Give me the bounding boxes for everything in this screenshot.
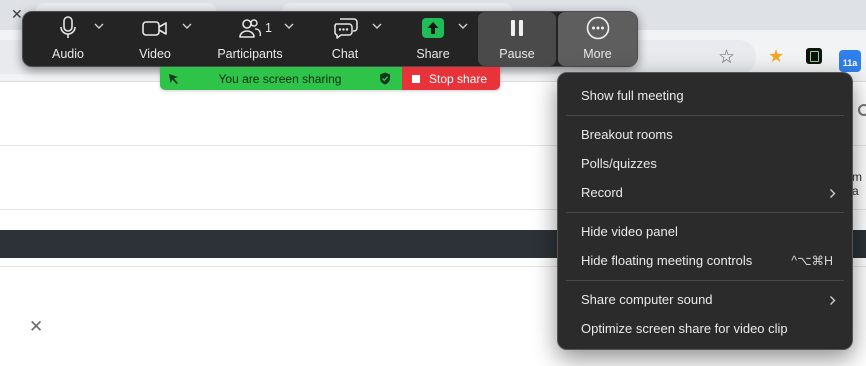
extension-icon[interactable]: [806, 48, 822, 64]
video-label: Video: [139, 47, 171, 61]
participants-label: Participants: [217, 47, 283, 61]
menu-item-breakout-rooms[interactable]: Breakout rooms: [558, 122, 852, 148]
close-icon[interactable]: ✕: [29, 318, 43, 335]
calendar-extension-icon[interactable]: 11a: [839, 50, 861, 72]
participants-options-chevron-down-icon[interactable]: [283, 20, 295, 32]
menu-item-label: Share computer sound: [581, 292, 713, 307]
menu-item-show-full-meeting[interactable]: Show full meeting: [558, 83, 852, 109]
meeting-controls-toolbar: Audio Video 1 Participants Chat Share Pa…: [22, 11, 638, 67]
more-options-menu: Show full meeting Breakout rooms Polls/q…: [557, 72, 853, 350]
menu-item-label: Breakout rooms: [581, 127, 673, 142]
stop-share-label: Stop share: [429, 72, 488, 86]
video-options-chevron-down-icon[interactable]: [181, 20, 193, 32]
menu-item-label: Show full meeting: [581, 88, 684, 103]
video-button[interactable]: Video: [125, 12, 185, 66]
bookmark-star-icon[interactable]: ☆: [718, 46, 735, 69]
microphone-icon: [60, 16, 76, 38]
menu-item-hide-floating-controls[interactable]: Hide floating meeting controls ^⌥⌘H: [558, 248, 852, 274]
menu-item-label: Optimize screen share for video clip: [581, 321, 788, 336]
pause-share-button[interactable]: Pause: [478, 12, 556, 66]
audio-options-chevron-down-icon[interactable]: [93, 20, 105, 32]
audio-label: Audio: [52, 47, 84, 61]
video-camera-icon: [142, 21, 167, 36]
menu-divider: [566, 115, 844, 116]
tab-close-icon[interactable]: ✕: [11, 6, 23, 23]
chevron-right-icon: [830, 189, 836, 198]
menu-divider: [566, 280, 844, 281]
menu-item-optimize-for-video-clip[interactable]: Optimize screen share for video clip: [558, 316, 852, 342]
participants-icon: [239, 19, 261, 38]
chat-options-chevron-down-icon[interactable]: [371, 20, 383, 32]
menu-item-record[interactable]: Record: [558, 180, 852, 206]
stop-share-button[interactable]: Stop share: [402, 67, 500, 90]
sharing-status-bar[interactable]: You are screen sharing: [160, 67, 402, 90]
more-button[interactable]: More: [558, 12, 637, 66]
sharing-status-text: You are screen sharing: [218, 72, 342, 86]
menu-item-label: Record: [581, 185, 623, 200]
pause-label: Pause: [499, 47, 535, 61]
stop-square-icon: [412, 75, 420, 83]
menu-item-label: Hide video panel: [581, 224, 678, 239]
screen-sharing-banner: You are screen sharing Stop share: [160, 67, 500, 90]
keyboard-shortcut: ^⌥⌘H: [791, 254, 833, 268]
menu-divider: [566, 212, 844, 213]
more-label: More: [583, 47, 612, 61]
share-options-chevron-up-icon[interactable]: [457, 20, 469, 32]
chevron-right-icon: [830, 296, 836, 305]
page-text: m a: [852, 170, 862, 198]
extension-star-icon[interactable]: ★: [768, 46, 784, 67]
share-screen-button[interactable]: Share: [403, 12, 463, 66]
participants-button[interactable]: 1 Participants: [213, 12, 287, 66]
shield-check-icon: [380, 72, 390, 85]
share-arrow-icon: [422, 18, 444, 38]
audio-button[interactable]: Audio: [37, 12, 99, 66]
chat-bubbles-icon: [334, 18, 358, 39]
menu-item-label: Polls/quizzes: [581, 156, 657, 171]
menu-item-share-computer-sound[interactable]: Share computer sound: [558, 287, 852, 313]
share-label: Share: [416, 47, 450, 61]
menu-item-hide-video-panel[interactable]: Hide video panel: [558, 219, 852, 245]
menu-item-polls-quizzes[interactable]: Polls/quizzes: [558, 151, 852, 177]
menu-item-label: Hide floating meeting controls: [581, 253, 753, 268]
chat-label: Chat: [331, 47, 359, 61]
search-icon[interactable]: [858, 104, 866, 116]
participant-count: 1: [265, 21, 272, 35]
pause-icon: [511, 20, 523, 36]
ellipsis-icon: [586, 16, 610, 40]
chat-button[interactable]: Chat: [315, 12, 375, 66]
